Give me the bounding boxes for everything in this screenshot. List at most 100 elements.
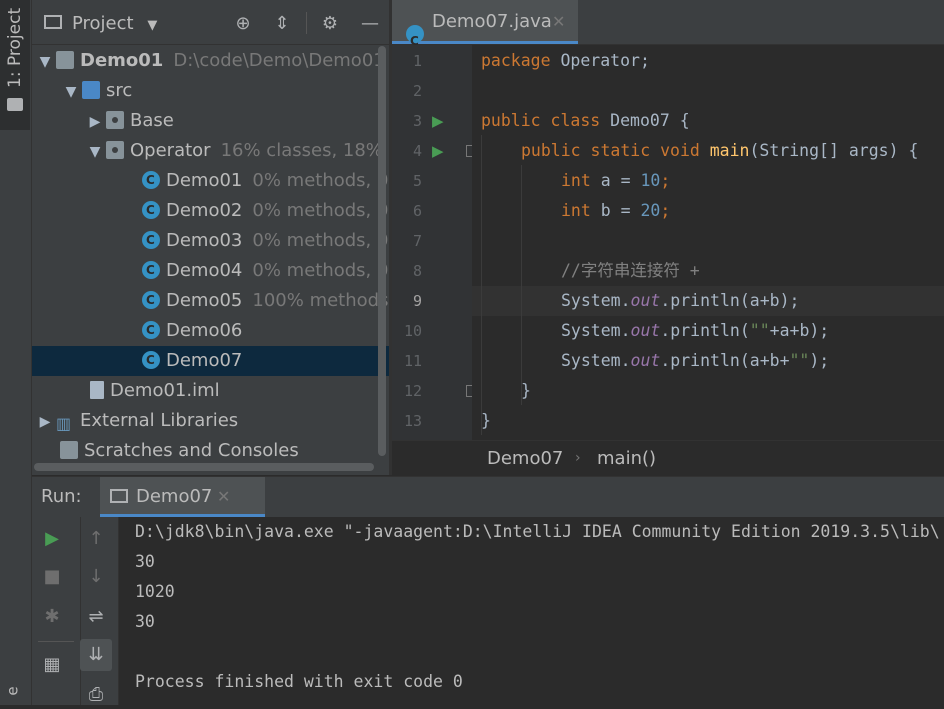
debug-icon[interactable]: ✱: [38, 603, 66, 631]
panel-layout-icon: [44, 15, 62, 29]
stop-icon[interactable]: ■: [38, 563, 66, 591]
run-tab-label: Demo07: [136, 486, 213, 507]
line-number: 8: [412, 262, 422, 280]
structure-tool-label[interactable]: e: [4, 686, 22, 695]
line-number: 4: [412, 142, 422, 160]
tree-item-class[interactable]: Demo06: [32, 315, 389, 346]
chevron-right-icon[interactable]: ▶: [84, 107, 106, 137]
tree-item-class[interactable]: Demo02 0% methods, 0%: [32, 195, 389, 226]
console-icon: [110, 489, 128, 503]
java-class-icon: [142, 165, 160, 195]
vertical-scrollbar[interactable]: [378, 46, 386, 456]
up-arrow-icon[interactable]: ↑: [82, 525, 110, 553]
layout-icon[interactable]: ▦: [38, 651, 66, 679]
code-line-13: }: [481, 411, 491, 430]
tree-item-class[interactable]: Demo05 100% methods,: [32, 285, 389, 316]
chevron-down-icon[interactable]: ▼: [84, 137, 106, 167]
code-line-6: int b = 20;: [561, 201, 671, 220]
run-tab-demo07[interactable]: Demo07 ✕: [100, 477, 265, 517]
chevron-down-icon[interactable]: ▼: [34, 47, 56, 77]
close-tab-icon[interactable]: ✕: [217, 477, 230, 517]
coverage-text: 16% classes, 18% l: [220, 140, 389, 161]
tree-item-project-root[interactable]: ▼ Demo01 D:\code\Demo\Demo01: [32, 46, 389, 76]
chevron-down-icon[interactable]: ▼: [60, 77, 82, 107]
run-main-gutter-icon[interactable]: ▶: [432, 142, 444, 160]
project-title: Project: [72, 13, 134, 34]
console-line: 30: [135, 552, 155, 571]
close-tab-icon[interactable]: ✕: [552, 0, 565, 44]
line-number: 5: [412, 172, 422, 190]
current-line-number: 9: [412, 292, 422, 310]
editor-gutter: 1 2 3 4 5 6 7 8 9 10 11 12 13 ▶ ▶: [392, 45, 476, 440]
tree-item-class[interactable]: Demo01 0% methods, 0%: [32, 165, 389, 196]
locate-crosshair-icon[interactable]: ⊕: [231, 12, 255, 36]
coverage-text: 0% methods, 0%: [252, 200, 389, 221]
run-label: Run:: [41, 486, 82, 507]
project-panel-header: Project ▼ ⊕ ⇕ ⚙ —: [32, 0, 389, 45]
scratches-icon: [60, 441, 78, 459]
line-number: 13: [403, 412, 422, 430]
tree-item-label: Demo01: [166, 170, 243, 191]
console-line: 30: [135, 612, 155, 631]
line-number: 2: [412, 82, 422, 100]
line-number: 6: [412, 202, 422, 220]
coverage-text: 100% methods,: [252, 290, 389, 311]
toolbar-divider: [80, 517, 81, 705]
scroll-to-end-icon[interactable]: ⇊: [80, 639, 112, 671]
code-line-8-comment: //字符串连接符 +: [561, 261, 700, 280]
tree-item-scratches[interactable]: Scratches and Consoles: [32, 436, 389, 466]
line-number: 11: [403, 352, 422, 370]
tree-item-iml[interactable]: Demo01.iml: [32, 376, 389, 406]
code-line-9: System.out.println(a+b);: [561, 291, 800, 310]
tree-item-external-libraries[interactable]: ▶ ▥ External Libraries: [32, 406, 389, 436]
tree-item-label: Demo02: [166, 200, 243, 221]
tree-item-src[interactable]: ▼ src: [32, 76, 389, 106]
indent-guide: [481, 135, 482, 435]
left-tool-strip: 1: Project e: [0, 0, 32, 705]
tab-demo07-java[interactable]: Demo07.java ✕: [392, 0, 578, 63]
console-line: 1020: [135, 582, 175, 601]
gear-icon[interactable]: ⚙: [318, 12, 342, 36]
coverage-text: 0% methods, 0%: [252, 260, 389, 281]
tree-item-label: Base: [130, 110, 174, 131]
rerun-icon[interactable]: ▶: [38, 525, 66, 553]
tree-item-class[interactable]: Demo03 0% methods, 0%: [32, 225, 389, 256]
hide-panel-icon[interactable]: —: [358, 12, 382, 36]
project-tool-label: 1: Project: [5, 7, 25, 88]
library-icon: ▥: [56, 414, 72, 433]
run-class-gutter-icon[interactable]: ▶: [432, 112, 444, 130]
console-output[interactable]: D:\jdk8\bin\java.exe "-javaagent:D:\Inte…: [119, 517, 944, 705]
horizontal-scrollbar[interactable]: [34, 463, 374, 471]
breadcrumb-method[interactable]: main(): [597, 441, 656, 476]
tree-item-label: Operator: [130, 140, 211, 161]
tree-item-operator[interactable]: ▼ Operator 16% classes, 18% l: [32, 136, 389, 166]
tree-item-path: D:\code\Demo\Demo01: [173, 50, 385, 71]
tree-item-label: Scratches and Consoles: [84, 440, 299, 461]
soft-wrap-icon[interactable]: ⇌: [82, 603, 110, 631]
code-editor[interactable]: package Operator; public class Demo07 { …: [472, 45, 944, 440]
package-icon: [106, 111, 124, 129]
java-class-icon: [142, 315, 160, 345]
tree-item-class[interactable]: Demo04 0% methods, 0%: [32, 255, 389, 286]
indent-guide: [521, 165, 522, 405]
chevron-right-icon[interactable]: ▶: [34, 407, 56, 437]
breadcrumb-class[interactable]: Demo07: [487, 441, 563, 476]
code-line-11: System.out.println(a+b+"");: [561, 351, 830, 370]
tree-item-label: Demo01: [80, 50, 164, 71]
project-tool-tab[interactable]: 1: Project: [0, 0, 30, 130]
line-number: 10: [403, 322, 422, 340]
tree-item-label: Demo07: [166, 350, 243, 371]
java-class-icon: [406, 19, 424, 63]
down-arrow-icon[interactable]: ↓: [82, 563, 110, 591]
coverage-text: 0% methods, 0%: [252, 170, 389, 191]
project-view-selector[interactable]: Project ▼: [72, 0, 157, 50]
line-number: 1: [412, 52, 422, 70]
collapse-all-icon[interactable]: ⇕: [270, 12, 294, 36]
java-class-icon: [142, 345, 160, 375]
tree-item-class-selected[interactable]: Demo07: [32, 345, 389, 376]
java-class-icon: [142, 285, 160, 315]
tree-item-base[interactable]: ▶ Base: [32, 106, 389, 136]
project-panel: Project ▼ ⊕ ⇕ ⚙ — ▼ Demo01 D:\code\Demo\De…: [32, 0, 389, 475]
console-line: Process finished with exit code 0: [135, 672, 463, 691]
breadcrumb: Demo07 › main(): [392, 440, 944, 476]
